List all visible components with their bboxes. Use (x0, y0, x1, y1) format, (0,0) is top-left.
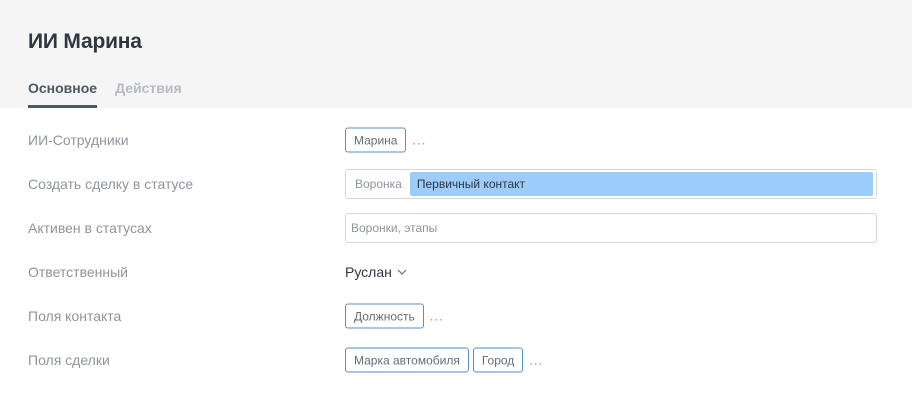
deal-field-tag[interactable]: Город (472, 347, 524, 373)
deal-fields-label: Поля сделки (28, 352, 110, 368)
row-responsible: Ответственный Руслан (0, 250, 912, 294)
contact-fields-more-button[interactable]: ... (430, 309, 444, 324)
create-deal-status-label: Создать сделку в статусе (28, 176, 194, 192)
row-deal-fields: Поля сделки Марка автомобиля Город ... (0, 338, 912, 382)
tab-main[interactable]: Основное (28, 80, 98, 108)
active-statuses-label: Активен в статусах (28, 220, 152, 236)
ai-employees-more-button[interactable]: ... (412, 133, 426, 148)
responsible-value: Руслан (345, 264, 392, 280)
ai-employee-tag[interactable]: Марина (345, 127, 407, 153)
contact-fields-control: Должность ... (345, 303, 444, 329)
create-deal-status-select[interactable]: Воронка Первичный контакт (345, 169, 877, 199)
tab-actions[interactable]: Действия (115, 80, 182, 108)
tab-bar: Основное Действия (28, 80, 182, 108)
page-title: ИИ Марина (28, 30, 142, 53)
chevron-down-icon (397, 269, 407, 275)
active-statuses-input[interactable] (345, 213, 877, 243)
deal-fields-control: Марка автомобиля Город ... (345, 347, 543, 373)
contact-field-tag[interactable]: Должность (345, 303, 424, 329)
deal-fields-more-button[interactable]: ... (529, 353, 543, 368)
selected-status-chip[interactable]: Первичный контакт (409, 172, 873, 196)
page-header: ИИ Марина Основное Действия (0, 0, 912, 108)
ai-employees-control: Марина ... (345, 127, 426, 153)
row-create-deal-status: Создать сделку в статусе Воронка Первичн… (0, 162, 912, 206)
deal-field-tag[interactable]: Марка автомобиля (345, 347, 469, 373)
contact-fields-label: Поля контакта (28, 308, 122, 324)
responsible-label: Ответственный (28, 264, 128, 280)
row-active-statuses: Активен в статусах (0, 206, 912, 250)
ai-employees-label: ИИ-Сотрудники (28, 132, 129, 148)
row-ai-employees: ИИ-Сотрудники Марина ... (0, 118, 912, 162)
pipeline-prefix: Воронка (355, 177, 402, 191)
responsible-dropdown[interactable]: Руслан (345, 264, 407, 280)
row-contact-fields: Поля контакта Должность ... (0, 294, 912, 338)
